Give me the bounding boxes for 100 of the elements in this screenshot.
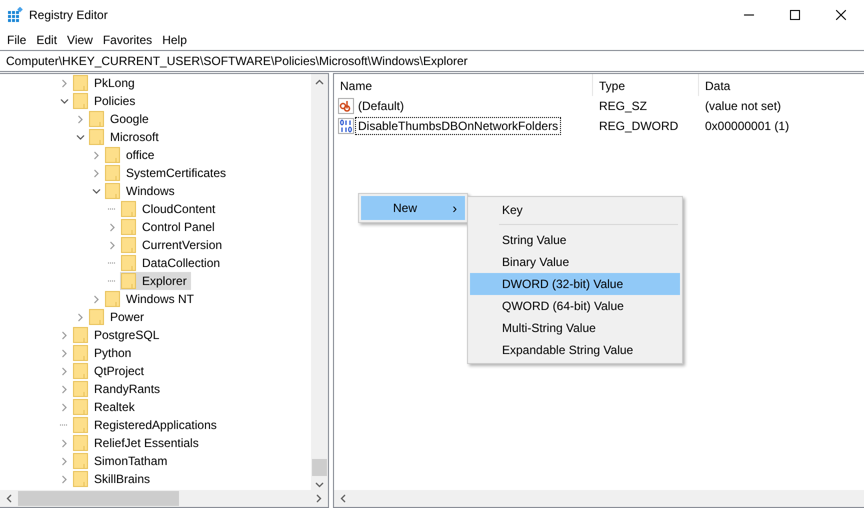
value-data: 0x00000001 (1) — [704, 119, 790, 133]
menu-item[interactable]: Expandable String Value — [470, 339, 680, 361]
folder-icon — [73, 435, 88, 451]
chevron-right-icon[interactable] — [60, 384, 68, 394]
chevron-right-icon[interactable] — [60, 438, 68, 448]
chevron-right-icon[interactable] — [92, 150, 100, 160]
chevron-right-icon[interactable] — [60, 330, 68, 340]
chevron-right-icon[interactable] — [60, 456, 68, 466]
menu-item[interactable]: Multi-String Value — [470, 317, 680, 339]
chevron-right-icon[interactable] — [60, 78, 68, 88]
scroll-left-icon[interactable] — [340, 494, 346, 503]
window-title: Registry Editor — [29, 8, 108, 22]
registry-icon — [7, 7, 23, 23]
folder-icon — [73, 381, 88, 397]
chevron-right-icon[interactable] — [76, 114, 84, 124]
tree-item[interactable]: office — [104, 146, 158, 164]
tree-item[interactable]: Windows NT — [104, 290, 198, 308]
close-icon[interactable] — [836, 10, 846, 20]
tree-connector-icon — [108, 208, 116, 210]
tree-item[interactable]: Windows — [104, 182, 179, 200]
folder-icon — [73, 453, 88, 469]
menu-item[interactable]: Binary Value — [470, 251, 680, 273]
folder-icon — [73, 363, 88, 379]
folder-icon — [73, 399, 88, 415]
folder-icon — [105, 291, 120, 307]
menu-item[interactable]: Edit — [31, 33, 62, 47]
folder-icon — [89, 309, 104, 325]
folder-icon — [105, 147, 120, 163]
tree-item[interactable]: Google — [88, 110, 153, 128]
menu-item[interactable]: String Value — [470, 229, 680, 251]
tree-item[interactable]: CurrentVersion — [120, 236, 226, 254]
scroll-down-icon[interactable] — [315, 482, 324, 488]
chevron-right-icon[interactable] — [60, 348, 68, 358]
menu-item[interactable]: View — [62, 33, 98, 47]
value-name[interactable]: (Default) — [355, 97, 408, 115]
chevron-down-icon[interactable] — [60, 96, 68, 106]
tree-item[interactable]: PostgreSQL — [72, 326, 164, 344]
scrollbar-thumb[interactable] — [18, 491, 179, 506]
folder-icon — [121, 255, 136, 271]
scrollbar-thumb[interactable] — [312, 459, 327, 476]
chevron-right-icon[interactable] — [60, 474, 68, 484]
tree-item[interactable]: ReliefJet Essentials — [72, 434, 203, 452]
chevron-right-icon[interactable] — [60, 366, 68, 376]
folder-icon — [73, 345, 88, 361]
folder-icon — [121, 201, 136, 217]
menu-item[interactable]: Key — [470, 199, 680, 221]
tree-item[interactable]: Control Panel — [120, 218, 219, 236]
tree-item[interactable]: RandyRants — [72, 380, 164, 398]
menu-item[interactable]: DWORD (32-bit) Value — [470, 273, 680, 295]
column-header[interactable]: Name — [334, 74, 593, 96]
maximize-icon[interactable] — [790, 10, 800, 20]
tree-item[interactable]: SimonTatham — [72, 452, 172, 470]
menu-item[interactable]: Help — [157, 33, 192, 47]
folder-icon — [89, 129, 104, 145]
folder-icon — [73, 327, 88, 343]
chevron-right-icon[interactable] — [76, 312, 84, 322]
column-header[interactable]: Data — [699, 74, 864, 96]
chevron-right-icon[interactable] — [60, 402, 68, 412]
menu-item[interactable]: New › — [361, 196, 465, 220]
tree-item[interactable]: CloudContent — [120, 200, 220, 218]
folder-icon — [73, 93, 88, 109]
tree-item[interactable]: Policies — [72, 92, 140, 110]
menu-item[interactable]: Favorites — [98, 33, 158, 47]
tree-connector-icon — [60, 424, 68, 426]
menu-item[interactable]: File — [2, 33, 32, 47]
tree-item[interactable]: Python — [72, 344, 136, 362]
tree-item[interactable]: QtProject — [72, 362, 148, 380]
value-name[interactable]: DisableThumbsDBOnNetworkFolders — [355, 117, 562, 135]
tree-connector-icon — [108, 280, 116, 282]
chevron-down-icon[interactable] — [76, 132, 84, 142]
address-bar[interactable]: Computer\HKEY_CURRENT_USER\SOFTWARE\Policies\Microsoft\Windows\Explorer — [0, 50, 864, 72]
menu-item[interactable]: QWORD (64-bit) Value — [470, 295, 680, 317]
column-header[interactable]: Type — [593, 74, 699, 96]
folder-icon — [73, 417, 88, 433]
tree-connector-icon — [108, 262, 116, 264]
folder-icon — [121, 237, 136, 253]
tree-item[interactable]: PkLong — [72, 74, 139, 92]
folder-icon — [105, 183, 120, 199]
chevron-right-icon[interactable] — [92, 294, 100, 304]
scroll-left-icon[interactable] — [6, 494, 12, 503]
chevron-down-icon[interactable] — [92, 186, 100, 196]
tree-item[interactable]: DataCollection — [120, 254, 224, 272]
tree-item[interactable]: Explorer — [120, 272, 191, 290]
chevron-right-icon[interactable] — [108, 222, 116, 232]
chevron-right-icon[interactable] — [108, 240, 116, 250]
tree-item[interactable]: SystemCertificates — [104, 164, 230, 182]
chevron-right-icon[interactable] — [92, 168, 100, 178]
folder-icon — [121, 219, 136, 235]
tree-item[interactable]: RegisteredApplications — [72, 416, 221, 434]
folder-icon — [89, 111, 104, 127]
tree-item[interactable]: Power — [88, 308, 148, 326]
tree-item[interactable]: SkillBrains — [72, 470, 154, 488]
scroll-up-icon[interactable] — [315, 79, 324, 85]
tree-item[interactable]: Realtek — [72, 398, 139, 416]
string-value-icon — [338, 98, 354, 114]
tree-item[interactable]: Microsoft — [88, 128, 163, 146]
folder-icon — [121, 273, 136, 289]
binary-value-icon — [338, 118, 354, 134]
value-data: (value not set) — [704, 99, 782, 113]
scroll-right-icon[interactable] — [316, 494, 322, 503]
